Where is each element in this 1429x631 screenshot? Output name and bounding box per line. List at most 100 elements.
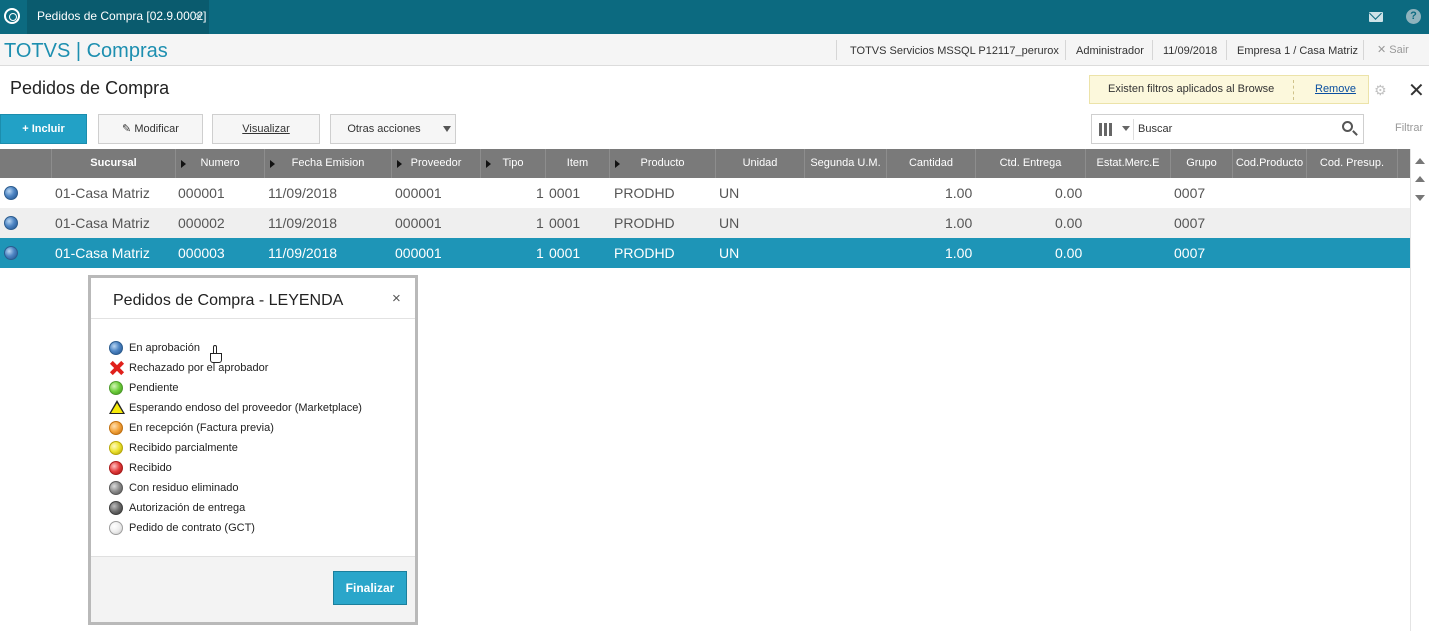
cell-cantidad: 1.00 — [945, 185, 973, 201]
divider — [1152, 40, 1153, 60]
grid-header: Sucursal Numero Fecha Emision Proveedor … — [0, 149, 1410, 178]
close-page-icon[interactable]: ✕ — [1408, 78, 1425, 103]
column-header-producto[interactable]: Producto — [610, 149, 716, 178]
column-header-item[interactable]: Item — [546, 149, 610, 178]
cell-sucursal: 01-Casa Matriz — [55, 245, 150, 261]
cell-tipo: 1 — [536, 215, 544, 231]
app-brand: TOTVS | Compras — [4, 40, 168, 62]
column-header-cod-producto[interactable]: Cod.Producto — [1233, 149, 1307, 178]
company-info: Empresa 1 / Casa Matriz — [1237, 45, 1359, 57]
finalizar-button[interactable]: Finalizar — [333, 571, 407, 605]
filter-notice: Existen filtros aplicados al Browse Remo… — [1089, 75, 1369, 104]
expand-arrow-icon — [397, 160, 402, 168]
vertical-scrollbar[interactable] — [1410, 149, 1429, 631]
column-header-cantidad[interactable]: Cantidad — [887, 149, 976, 178]
legend-item: En recepción (Factura previa) — [109, 418, 362, 438]
cell-item: 0001 — [549, 185, 581, 201]
cell-fecha: 11/09/2018 — [268, 245, 338, 261]
divider — [836, 40, 837, 60]
caret-down-icon[interactable] — [1122, 126, 1130, 131]
cell-fecha: 11/09/2018 — [268, 215, 338, 231]
column-header-unidad[interactable]: Unidad — [716, 149, 805, 178]
legend-item: Con residuo eliminado — [109, 478, 362, 498]
cell-fecha: 11/09/2018 — [268, 185, 338, 201]
filtrar-button[interactable]: Filtrar — [1395, 122, 1423, 134]
table-row[interactable]: 01-Casa Matriz 000001 11/09/2018 000001 … — [0, 178, 1410, 208]
help-icon[interactable]: ? — [1406, 9, 1421, 24]
dark-grey-ball-icon — [109, 501, 123, 515]
column-header-tipo[interactable]: Tipo — [481, 149, 546, 178]
column-header-cod-presup[interactable]: Cod. Presup. — [1307, 149, 1398, 178]
column-header-ctd-entrega[interactable]: Ctd. Entrega — [976, 149, 1086, 178]
incluir-button[interactable]: + Incluir — [0, 114, 87, 144]
legend-dialog-title: Pedidos de Compra - LEYENDA — [113, 292, 344, 309]
column-header-segunda-um[interactable]: Segunda U.M. — [805, 149, 887, 178]
cell-proveedor: 000001 — [395, 215, 442, 231]
cell-unidad: UN — [719, 245, 740, 261]
close-icon[interactable]: × — [392, 290, 401, 307]
hand-cursor-icon — [209, 345, 223, 365]
tab-close-icon[interactable]: × — [195, 10, 202, 22]
scroll-top-icon[interactable] — [1415, 158, 1425, 164]
exit-button[interactable]: ✕ Sair — [1377, 43, 1409, 56]
legend-item: Autorización de entrega — [109, 498, 362, 518]
visualizar-button[interactable]: Visualizar — [212, 114, 320, 144]
white-ball-icon — [109, 521, 123, 535]
warning-icon — [109, 400, 125, 414]
cell-grupo: 0007 — [1174, 185, 1206, 201]
table-row[interactable]: 01-Casa Matriz 000002 11/09/2018 000001 … — [0, 208, 1410, 238]
expand-arrow-icon — [615, 160, 620, 168]
filter-notice-text: Existen filtros aplicados al Browse — [1108, 83, 1275, 95]
scroll-down-icon[interactable] — [1415, 195, 1425, 201]
modificar-button[interactable]: ✎ Modificar — [98, 114, 203, 144]
divider — [1226, 40, 1227, 60]
tab-title: Pedidos de Compra [02.9.0002] — [37, 9, 207, 23]
gear-icon[interactable]: ⚙ — [1374, 82, 1387, 99]
search-icon[interactable] — [1342, 121, 1353, 132]
columns-icon[interactable] — [1099, 123, 1114, 136]
search-box: Buscar — [1091, 114, 1364, 144]
cell-item: 0001 — [549, 215, 581, 231]
search-input[interactable]: Buscar — [1138, 123, 1172, 135]
yellow-ball-icon — [109, 441, 123, 455]
cell-unidad: UN — [719, 215, 740, 231]
cell-producto: PRODHD — [614, 185, 675, 201]
legend-dialog-header: Pedidos de Compra - LEYENDA × — [91, 278, 415, 319]
cell-proveedor: 000001 — [395, 185, 442, 201]
cell-sucursal: 01-Casa Matriz — [55, 185, 150, 201]
user-info: Administrador — [1076, 45, 1144, 57]
cell-ctd-entrega: 0.00 — [1055, 245, 1083, 261]
column-header-fecha-emision[interactable]: Fecha Emision — [265, 149, 392, 178]
grey-ball-icon — [109, 481, 123, 495]
scroll-up-icon[interactable] — [1415, 176, 1425, 182]
date-info: 11/09/2018 — [1163, 45, 1218, 57]
column-header-estat-merc[interactable]: Estat.Merc.E — [1086, 149, 1171, 178]
column-header-sucursal[interactable]: Sucursal — [52, 149, 176, 178]
top-bar: Pedidos de Compra [02.9.0002] × ? — [0, 0, 1429, 34]
cell-producto: PRODHD — [614, 215, 675, 231]
column-header-grupo[interactable]: Grupo — [1171, 149, 1233, 178]
cell-tipo: 1 — [536, 245, 544, 261]
expand-arrow-icon — [181, 160, 186, 168]
cell-cantidad: 1.00 — [945, 245, 973, 261]
cell-ctd-entrega: 0.00 — [1055, 215, 1083, 231]
column-header-proveedor[interactable]: Proveedor — [392, 149, 481, 178]
expand-arrow-icon — [486, 160, 491, 168]
legend-item: Recibido parcialmente — [109, 438, 362, 458]
tab-pedidos-de-compra[interactable]: Pedidos de Compra [02.9.0002] — [27, 0, 209, 34]
otras-acciones-button[interactable]: Otras acciones — [330, 114, 456, 144]
cell-numero: 000001 — [178, 185, 225, 201]
cell-sucursal: 01-Casa Matriz — [55, 215, 150, 231]
column-header-numero[interactable]: Numero — [176, 149, 265, 178]
remove-filter-link[interactable]: Remove — [1315, 83, 1356, 95]
table-row-selected[interactable]: 01-Casa Matriz 000003 11/09/2018 000001 … — [0, 238, 1410, 268]
cell-grupo: 0007 — [1174, 215, 1206, 231]
totvs-logo-icon[interactable] — [4, 8, 20, 24]
red-x-icon — [110, 361, 124, 375]
mail-icon[interactable] — [1369, 12, 1383, 22]
legend-dialog: Pedidos de Compra - LEYENDA × En aprobac… — [88, 275, 418, 625]
red-ball-icon — [109, 461, 123, 475]
legend-item: Pendiente — [109, 378, 362, 398]
cell-grupo: 0007 — [1174, 245, 1206, 261]
column-header-status[interactable] — [0, 149, 52, 178]
